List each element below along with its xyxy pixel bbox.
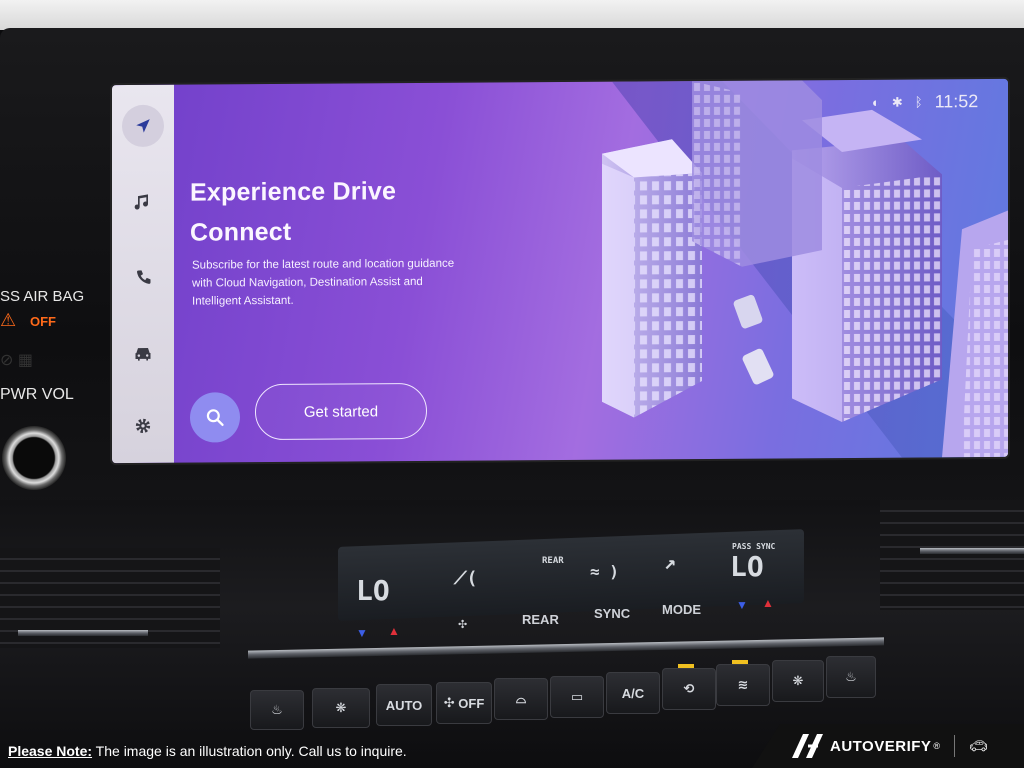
warning-icons: ⊘ ▦ xyxy=(0,352,33,369)
disclaimer: Please Note: The image is an illustratio… xyxy=(8,743,407,759)
fan-small-icon: ✣ xyxy=(443,695,455,710)
navigation-arrow-icon[interactable] xyxy=(122,104,164,148)
left-seat-heat-button[interactable]: ♨ xyxy=(250,690,304,730)
left-temp-down-icon[interactable]: ▼ xyxy=(356,626,378,640)
mode-button[interactable]: MODE xyxy=(662,602,701,617)
rear-button[interactable]: REAR xyxy=(522,612,559,627)
voice-assistant-icon: ✱ xyxy=(891,94,903,110)
left-seat-vent-button[interactable]: ❋ xyxy=(312,688,370,728)
fan-mode-icon: ≈ ) xyxy=(590,562,619,581)
city-illustration xyxy=(602,80,1008,458)
brand-bar: AUTOVERIFY ® 🚗︎ xyxy=(752,724,1024,768)
search-button[interactable] xyxy=(190,392,240,443)
volume-knob[interactable] xyxy=(2,426,66,490)
vent-mode-icon: ↗ xyxy=(664,550,677,574)
autoverify-logo-icon xyxy=(790,733,830,759)
right-air-vent[interactable] xyxy=(880,500,1024,610)
brand-divider xyxy=(954,735,956,757)
seat-airflow-icon: ⟋( xyxy=(454,568,478,589)
background-top xyxy=(0,0,1024,30)
left-vent-handle[interactable] xyxy=(18,630,148,636)
right-seat-heat-button[interactable]: ♨ xyxy=(826,656,876,698)
lcd-rear-label: REAR xyxy=(542,556,564,566)
left-temp-up-icon[interactable]: ▲ xyxy=(388,624,410,638)
bluetooth-icon: ᛒ xyxy=(914,94,923,110)
recirculation-indicator xyxy=(678,664,694,668)
right-temperature: LO xyxy=(730,550,764,583)
right-temp-down-icon[interactable]: ▼ xyxy=(736,598,748,612)
page-title: Experience Drive Connect xyxy=(190,171,396,252)
registered-mark: ® xyxy=(933,741,941,751)
car-icon: 🚗︎ xyxy=(969,738,989,755)
search-icon xyxy=(206,409,224,427)
right-vent-handle[interactable] xyxy=(920,548,1024,554)
infotainment-screen: ◐ ✱ ᛒ 11:52 Experience Drive Connect Sub… xyxy=(112,78,1008,464)
brand-name: AUTOVERIFY xyxy=(830,737,932,755)
front-defrost-button[interactable]: ⌓ xyxy=(494,678,548,720)
disclaimer-text: The image is an illustration only. Call … xyxy=(92,743,407,759)
mic-off-icon: ◐ xyxy=(872,94,880,110)
recirculation-button[interactable]: ⟲ xyxy=(662,668,716,710)
off-label: OFF xyxy=(458,695,485,711)
left-temperature: LO xyxy=(356,574,390,607)
defog-indicator xyxy=(732,660,748,664)
airbag-label: SS AIR BAG xyxy=(0,288,85,305)
passenger-airbag-icon: ⚠ xyxy=(0,310,17,330)
right-seat-vent-button[interactable]: ❋ xyxy=(772,660,824,702)
defog-button[interactable]: ≋ xyxy=(716,664,770,706)
description-text: Subscribe for the latest route and locat… xyxy=(192,257,455,308)
navigation-rail xyxy=(112,84,174,464)
auto-button[interactable]: AUTO xyxy=(376,684,432,726)
phone-icon[interactable] xyxy=(122,257,164,299)
sync-button[interactable]: SYNC xyxy=(594,606,630,621)
title-line-2: Connect xyxy=(190,217,292,247)
get-started-button[interactable]: Get started xyxy=(255,382,427,441)
airbag-status: OFF xyxy=(30,314,56,329)
car-icon[interactable] xyxy=(122,333,164,375)
status-bar: ◐ ✱ ᛒ 11:52 xyxy=(872,91,978,113)
clock: 11:52 xyxy=(934,91,979,112)
fan-off-button[interactable]: ✣ OFF xyxy=(436,682,492,724)
ac-button[interactable]: A/C xyxy=(606,672,660,714)
pwr-vol-label: PWR VOL xyxy=(0,386,74,403)
title-line-1: Experience Drive xyxy=(190,177,397,207)
rear-defrost-button[interactable]: ▭ xyxy=(550,676,604,718)
music-note-icon[interactable] xyxy=(122,181,164,223)
gear-icon[interactable] xyxy=(122,405,164,447)
fan-icon[interactable]: ✣ xyxy=(458,618,467,631)
right-temp-up-icon[interactable]: ▲ xyxy=(762,596,774,610)
disclaimer-label: Please Note: xyxy=(8,743,93,759)
